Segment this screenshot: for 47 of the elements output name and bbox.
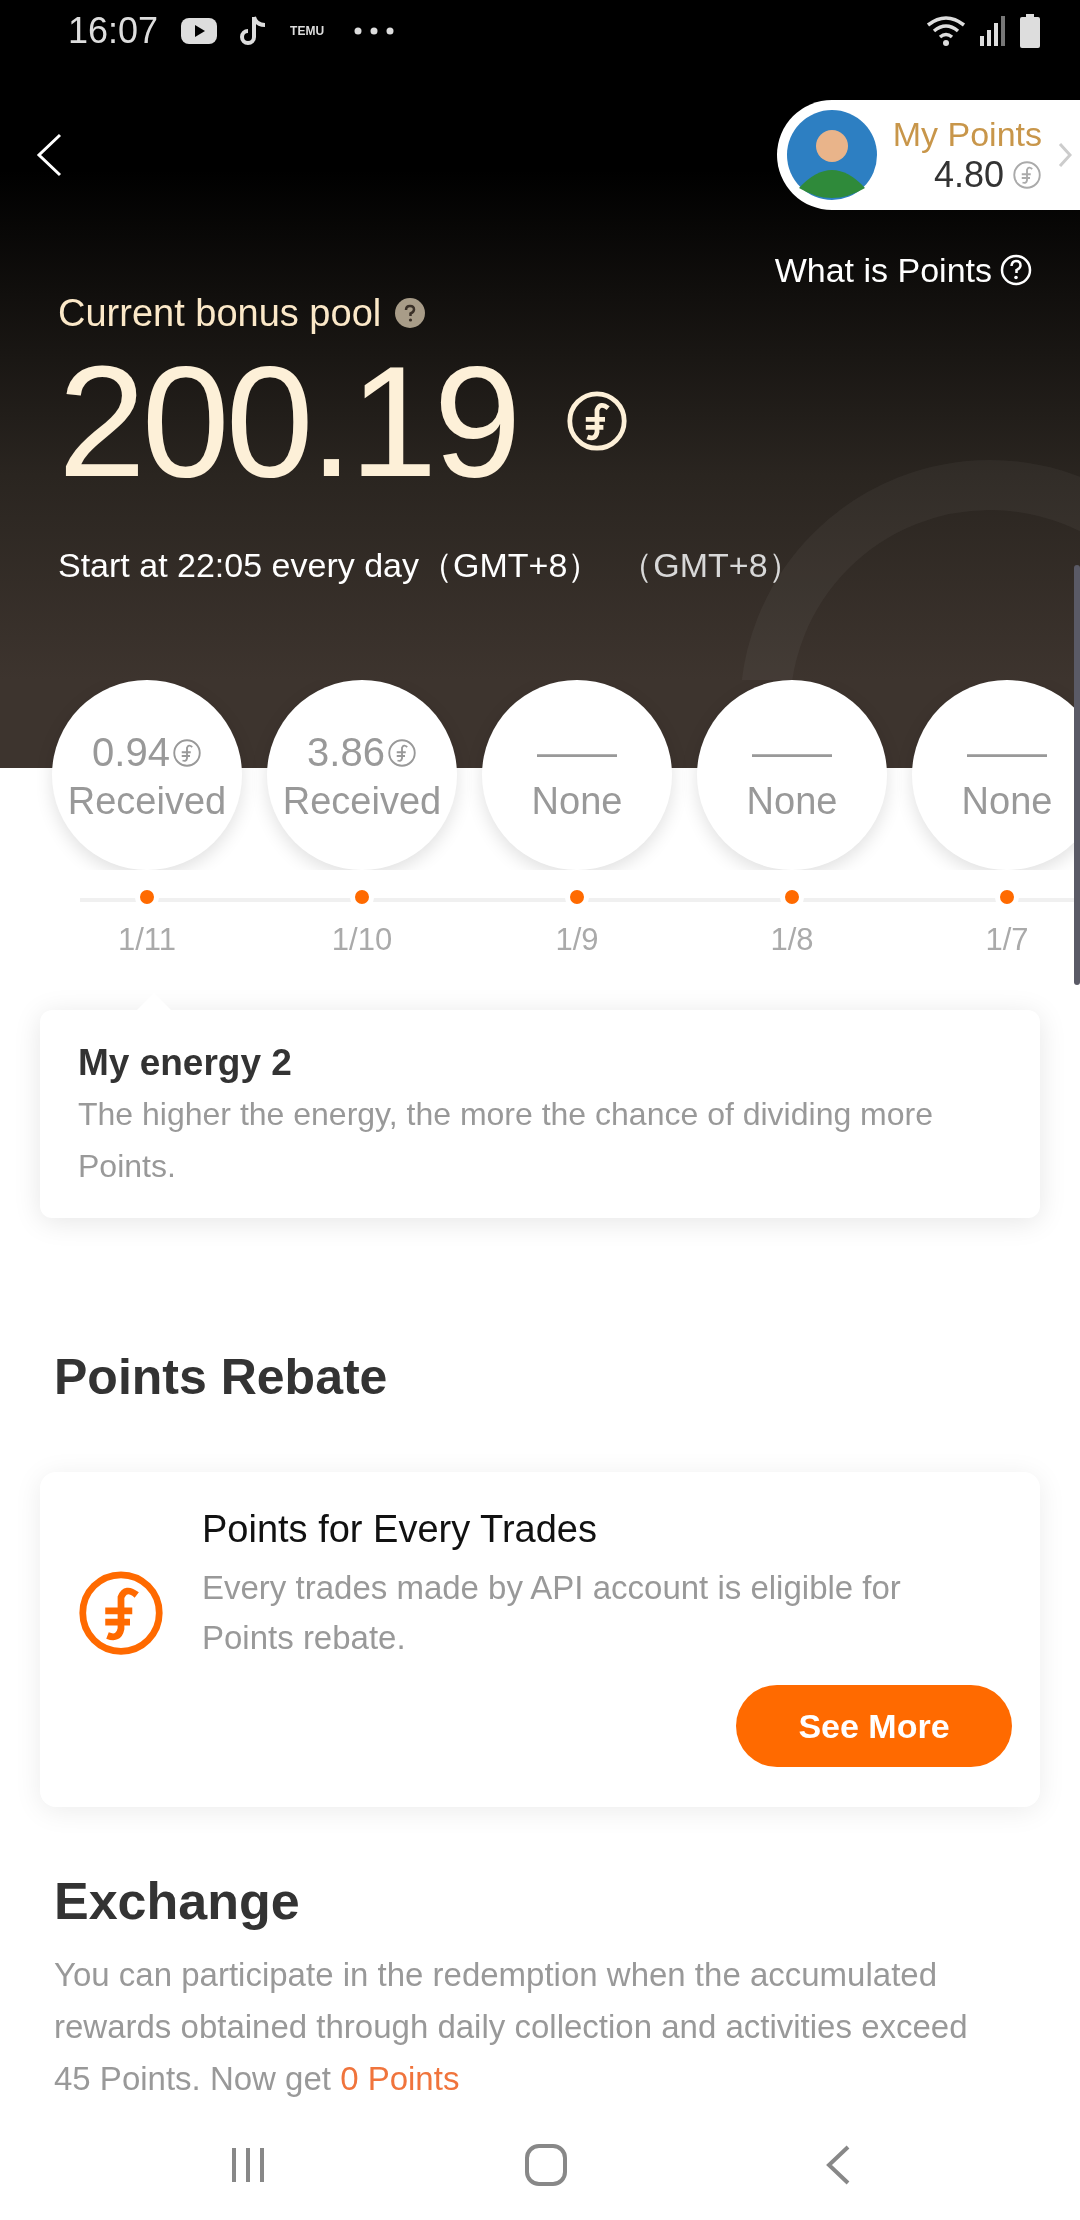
bonus-pool-amount: 200.19 bbox=[58, 336, 518, 506]
my-points-label: My Points bbox=[892, 114, 1042, 154]
what-is-points-link[interactable]: What is Points bbox=[774, 250, 1032, 290]
empty-amount: —— bbox=[537, 730, 617, 775]
reward-amount: 3.86 bbox=[307, 730, 385, 775]
points-balance: 4.80 bbox=[933, 153, 1004, 196]
section-heading: Points Rebate bbox=[54, 1348, 389, 1406]
reward-date: 1/11 bbox=[116, 921, 177, 959]
help-icon bbox=[1000, 254, 1032, 286]
coin-icon bbox=[76, 1568, 166, 1658]
reward-status: None bbox=[961, 779, 1053, 823]
my-points-button[interactable]: My Points 4.80 bbox=[776, 100, 1080, 210]
coin-icon bbox=[1012, 159, 1042, 190]
coin-icon bbox=[565, 389, 630, 453]
empty-amount: —— bbox=[967, 730, 1047, 775]
more-icon bbox=[354, 27, 395, 35]
reward-date: 1/10 bbox=[330, 921, 394, 959]
back-icon[interactable] bbox=[36, 133, 62, 177]
wifi-icon bbox=[926, 15, 966, 47]
reward-status: Received bbox=[282, 779, 442, 823]
chevron-icon bbox=[1058, 142, 1072, 168]
home-icon[interactable] bbox=[524, 2143, 568, 2187]
empty-amount: —— bbox=[752, 730, 832, 775]
signal-icon bbox=[980, 16, 1006, 46]
coin-icon bbox=[386, 737, 417, 768]
exchange-description: You can participate in the redemption when the accumulated rewards obtained through daily collection and activities exceed 45 Points. Now get 0 Points bbox=[54, 1955, 969, 2099]
reward-date: 1/7 bbox=[984, 921, 1030, 959]
coin-icon bbox=[171, 737, 202, 768]
reward-date: 1/9 bbox=[554, 921, 600, 959]
rebate-description: Every trades made by API account is eligible for Points rebate. bbox=[202, 1568, 902, 1658]
bonus-pool-title: Current bonus pool bbox=[58, 291, 382, 335]
reward-amount: 0.94 bbox=[92, 730, 170, 775]
schedule-text: Start at 22:05 every day（GMT+8） bbox=[58, 545, 602, 586]
reward-status: Received bbox=[67, 779, 227, 823]
timezone-text: （GMT+8） bbox=[619, 545, 802, 586]
help-icon[interactable] bbox=[395, 298, 426, 328]
section-heading: Exchange bbox=[54, 1871, 301, 1931]
energy-description: The higher the energy, the more the chance of dividing more Points. bbox=[78, 1095, 934, 1186]
notification-app-icon: TEMU bbox=[290, 25, 325, 37]
play-icon bbox=[180, 17, 219, 45]
clock: 16:07 bbox=[68, 10, 159, 52]
rebate-title: Points for Every Trades bbox=[202, 1508, 598, 1551]
reward-status: None bbox=[531, 779, 623, 823]
energy-title: My energy 2 bbox=[78, 1042, 293, 1084]
reward-date: 1/8 bbox=[769, 921, 815, 959]
reward-status: None bbox=[746, 779, 838, 823]
battery-icon bbox=[1020, 14, 1040, 48]
